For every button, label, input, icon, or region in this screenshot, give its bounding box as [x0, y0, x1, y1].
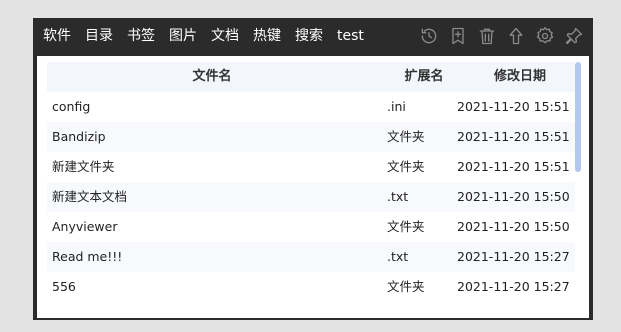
table-row[interactable]: Bandizip 文件夹 2021-11-20 15:51	[47, 122, 575, 152]
file-modified-date: 2021-11-20 15:51	[457, 99, 570, 114]
menu-item-directory[interactable]: 目录	[85, 18, 113, 54]
file-name: 556	[52, 279, 76, 294]
file-extension: .ini	[387, 99, 406, 114]
vertical-scrollbar[interactable]	[575, 62, 581, 312]
menu-item-hotkeys[interactable]: 热键	[253, 18, 281, 54]
file-modified-date: 2021-11-20 15:50	[457, 219, 570, 234]
file-extension: 文件夹	[387, 159, 425, 174]
pin-icon[interactable]	[563, 25, 585, 47]
file-extension: .txt	[387, 189, 409, 204]
column-header-name[interactable]: 文件名	[47, 62, 377, 92]
menu-item-images[interactable]: 图片	[169, 18, 197, 54]
up-arrow-icon[interactable]	[505, 25, 527, 47]
file-name: Read me!!!	[52, 249, 123, 264]
menu-item-test[interactable]: test	[337, 18, 364, 54]
file-modified-date: 2021-11-20 15:27	[457, 249, 570, 264]
file-modified-date: 2021-11-20 15:51	[457, 129, 570, 144]
menu-item-search[interactable]: 搜索	[295, 18, 323, 54]
menu-item-bookmarks[interactable]: 书签	[127, 18, 155, 54]
file-name: Bandizip	[52, 129, 106, 144]
toolbar	[418, 18, 585, 54]
file-extension: 文件夹	[387, 279, 425, 294]
file-modified-date: 2021-11-20 15:50	[457, 189, 570, 204]
file-name: 新建文本文档	[52, 189, 128, 204]
table-row[interactable]: config .ini 2021-11-20 15:51	[47, 92, 575, 122]
file-extension: 文件夹	[387, 129, 425, 144]
menu-item-software[interactable]: 软件	[43, 18, 71, 54]
column-header-extension[interactable]: 扩展名	[389, 62, 459, 92]
file-modified-date: 2021-11-20 15:27	[457, 279, 570, 294]
file-modified-date: 2021-11-20 15:51	[457, 159, 570, 174]
table-row[interactable]: 新建文本文档 .txt 2021-11-20 15:50	[47, 182, 575, 212]
history-icon[interactable]	[418, 25, 440, 47]
table-body: config .ini 2021-11-20 15:51 Bandizip 文件…	[47, 92, 575, 302]
table-row[interactable]: 556 文件夹 2021-11-20 15:27	[47, 272, 575, 302]
scrollbar-thumb[interactable]	[575, 62, 581, 172]
file-list-panel: 文件名 扩展名 修改日期 config .ini 2021-11-20 15:5…	[37, 56, 589, 318]
trash-icon[interactable]	[476, 25, 498, 47]
table-row[interactable]: 新建文件夹 文件夹 2021-11-20 15:51	[47, 152, 575, 182]
file-extension: .txt	[387, 249, 409, 264]
table-row[interactable]: Read me!!! .txt 2021-11-20 15:27	[47, 242, 575, 272]
table-row[interactable]: Anyviewer 文件夹 2021-11-20 15:50	[47, 212, 575, 242]
table-header: 文件名 扩展名 修改日期	[47, 62, 575, 92]
file-name: 新建文件夹	[52, 159, 115, 174]
bookmark-add-icon[interactable]	[447, 25, 469, 47]
file-extension: 文件夹	[387, 219, 425, 234]
menu-item-documents[interactable]: 文档	[211, 18, 239, 54]
file-name: Anyviewer	[52, 219, 118, 234]
app-window: 软件 目录 书签 图片 文档 热键 搜索 test 文件名 扩展名 修改日期 c…	[33, 18, 593, 320]
gear-icon[interactable]	[534, 25, 556, 47]
file-name: config	[52, 99, 91, 114]
column-header-modified-date[interactable]: 修改日期	[465, 62, 575, 92]
